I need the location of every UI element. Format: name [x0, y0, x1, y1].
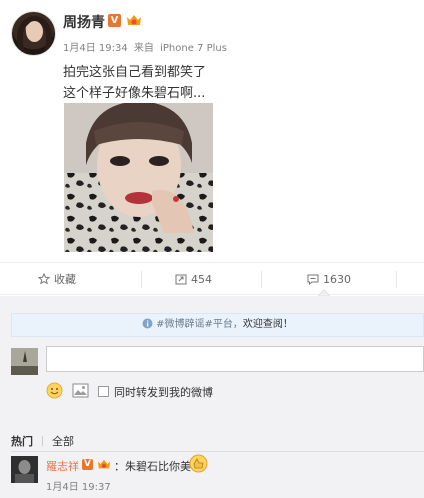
comment-section: #微博辟谣#平台，欢迎查阅！ 同时转发到我的微博 热门 全部 羅志祥 V ：朱碧… — [0, 296, 424, 498]
post-text-line2: 这个样子好像朱碧石啊... — [63, 86, 206, 101]
tab-hot[interactable]: 热门 — [11, 435, 33, 448]
active-tab-pointer — [318, 289, 330, 296]
thumbs-up-emoji-icon — [189, 454, 208, 473]
vip-icon — [127, 15, 141, 25]
action-separator — [261, 271, 262, 288]
commenter-avatar-image — [11, 456, 38, 483]
post-source[interactable]: iPhone 7 Plus — [160, 43, 227, 54]
action-separator — [396, 271, 397, 288]
tabs-divider — [11, 451, 424, 452]
post-photo-image — [64, 103, 213, 252]
favorite-label: 收藏 — [54, 273, 76, 286]
source-prefix: 来自 — [133, 43, 154, 54]
repost-count: 454 — [191, 273, 212, 286]
repost-icon — [175, 274, 187, 285]
tab-divider — [42, 436, 43, 446]
current-user-avatar-image — [11, 348, 38, 375]
forward-checkbox[interactable] — [98, 386, 109, 397]
weibo-post: 周扬青 V 1月4日 19:34 来自 iPhone 7 Plus 拍完这张自己… — [0, 0, 424, 262]
commenter-avatar[interactable] — [11, 456, 38, 483]
action-bar: 收藏 454 1630 — [0, 262, 424, 295]
emoji-icon[interactable] — [46, 382, 63, 399]
author-avatar[interactable] — [11, 11, 56, 56]
comment-text: ：朱碧石比你美 — [114, 460, 191, 473]
post-text-line1: 拍完这张自己看到都笑了 — [63, 65, 207, 80]
star-icon — [37, 272, 51, 285]
notice-link[interactable]: 欢迎查阅！ — [243, 319, 293, 330]
post-photo[interactable] — [64, 103, 213, 252]
post-meta: 1月4日 19:34 来自 iPhone 7 Plus — [63, 39, 230, 54]
comment-icon — [307, 274, 319, 286]
author-name[interactable]: 周扬青 — [63, 12, 105, 32]
notice-text: #微博辟谣#平台， — [156, 319, 243, 330]
commenter-name[interactable]: 羅志祥 — [46, 458, 79, 474]
tab-all[interactable]: 全部 — [52, 435, 74, 448]
commenter-vip-icon — [97, 459, 111, 469]
image-icon[interactable] — [72, 383, 89, 398]
rumor-notice[interactable]: #微博辟谣#平台，欢迎查阅！ — [11, 313, 424, 337]
comment-input[interactable] — [46, 346, 424, 372]
current-user-avatar — [11, 348, 38, 375]
comment-tabs: 热门 全部 — [11, 433, 74, 449]
forward-label[interactable]: 同时转发到我的微博 — [114, 384, 213, 400]
action-separator — [141, 271, 142, 288]
comment-count: 1630 — [323, 273, 351, 286]
repost-button[interactable]: 454 — [175, 263, 212, 296]
post-date[interactable]: 1月4日 19:34 — [63, 43, 128, 54]
avatar-face — [26, 21, 43, 42]
commenter-verified-icon: V — [82, 459, 93, 470]
info-icon — [142, 318, 153, 329]
verified-icon: V — [108, 14, 121, 27]
favorite-button[interactable]: 收藏 — [37, 263, 76, 296]
comment-time: 1月4日 19:37 — [46, 482, 111, 493]
